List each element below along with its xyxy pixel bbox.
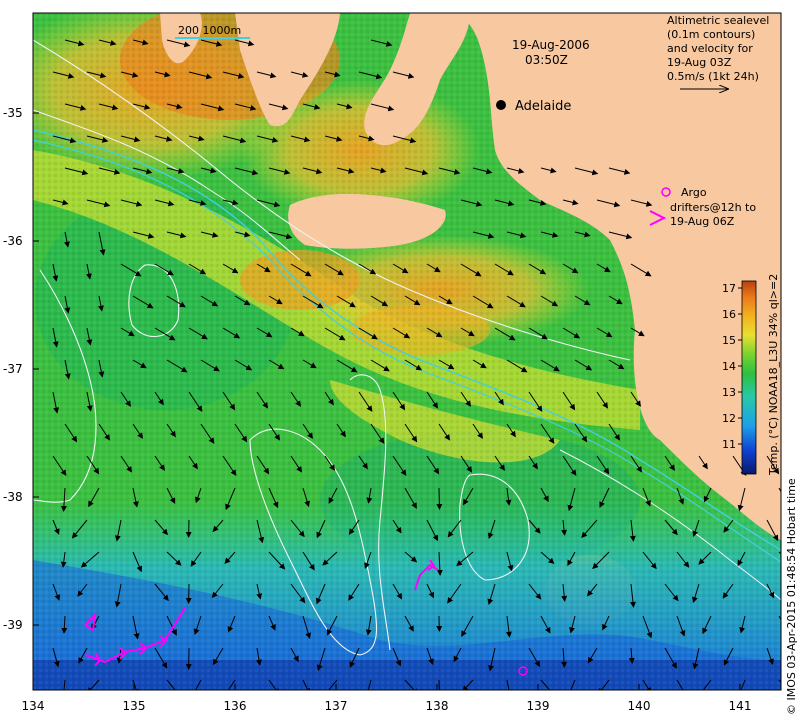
adelaide-marker bbox=[496, 100, 506, 110]
colorbar-tick-label: 15 bbox=[722, 334, 736, 347]
plot-area bbox=[33, 13, 781, 690]
colorbar-tick-label: 17 bbox=[722, 282, 736, 295]
x-tick-label: 140 bbox=[628, 699, 651, 713]
y-tick-label: -39 bbox=[3, 618, 23, 632]
x-tick-label: 137 bbox=[325, 699, 348, 713]
colorbar-tick-label: 11 bbox=[722, 438, 736, 451]
sst-map: Adelaide 19-Aug-2006 03:50Z 200 1000m Al… bbox=[3, 12, 798, 715]
x-tick-label: 136 bbox=[224, 699, 247, 713]
colorbar-tick-label: 13 bbox=[722, 386, 736, 399]
colorbar-tick-label: 14 bbox=[722, 360, 736, 373]
legend-line-3: and velocity for bbox=[667, 42, 753, 55]
velocity-arrow bbox=[436, 487, 443, 510]
y-tick-label: -36 bbox=[3, 234, 23, 248]
x-tick-label: 141 bbox=[729, 699, 752, 713]
y-tick-label: -35 bbox=[3, 106, 23, 120]
x-tick-label: 134 bbox=[22, 699, 45, 713]
map-date: 19-Aug-2006 bbox=[512, 38, 590, 52]
colorbar-tick-label: 12 bbox=[722, 412, 736, 425]
isobath-legend-label: 200 1000m bbox=[178, 24, 241, 37]
x-tick-label: 135 bbox=[123, 699, 146, 713]
velocity-arrow bbox=[438, 679, 440, 690]
city-label: Adelaide bbox=[515, 99, 571, 114]
map-time: 03:50Z bbox=[525, 53, 568, 67]
x-tick-label: 138 bbox=[426, 699, 449, 713]
colorbar-tick-label: 16 bbox=[722, 308, 736, 321]
y-tick-label: -38 bbox=[3, 490, 23, 504]
argo-legend-line-1: Argo bbox=[681, 186, 707, 199]
x-tick-label: 139 bbox=[527, 699, 550, 713]
argo-legend-line-2: drifters@12h to bbox=[670, 201, 756, 214]
legend-line-1: Altimetric sealevel bbox=[667, 14, 769, 27]
colorbar bbox=[741, 280, 757, 475]
colorbar-label: Temp. (°C) NOAA18_L3U 34% ql>=2 bbox=[767, 274, 780, 476]
legend-line-5: 0.5m/s (1kt 24h) bbox=[667, 70, 759, 83]
credit-text: © IMOS 03-Apr-2015 01:48:54 Hobart time bbox=[785, 478, 798, 715]
argo-legend-line-3: 19-Aug 06Z bbox=[670, 215, 735, 228]
legend-line-4: 19-Aug 03Z bbox=[667, 56, 732, 69]
y-tick-label: -37 bbox=[3, 362, 23, 376]
legend-line-2: (0.1m contours) bbox=[667, 28, 755, 41]
